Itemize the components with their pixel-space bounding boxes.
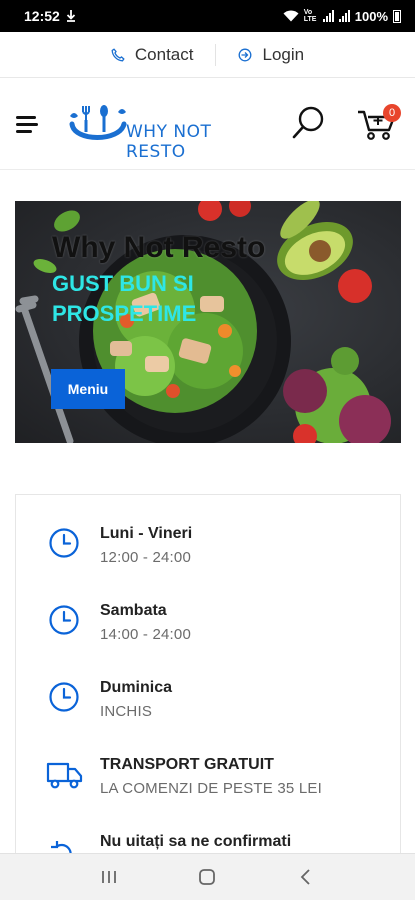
logo-utensils-icon [69,105,127,140]
opening-hours-card: Luni - Vineri 12:00 - 24:00 Sambata 14:0… [15,494,401,900]
cart-count-badge: 0 [383,104,401,122]
recent-apps-icon[interactable] [89,857,129,897]
hours-title: Duminica [100,679,173,696]
signal2-icon [338,10,350,22]
clock-icon [49,605,79,635]
hours-title: Luni - Vineri [100,525,193,542]
contact-link[interactable]: Contact [89,45,216,65]
truck-icon [46,762,83,789]
battery-percent: 100% [354,8,388,24]
site-logo[interactable]: WHY NOT RESTO [66,102,241,162]
hero-subtitle: GUST BUN SI PROSPETIME [52,269,272,329]
hours-detail: 14:00 - 24:00 [100,626,192,643]
wifi-icon [283,10,299,22]
logo-text: WHY NOT RESTO [126,122,212,162]
hours-detail: INCHIS [100,703,153,720]
contact-label: Contact [134,44,194,64]
status-time: 12:52 [24,8,60,24]
hours-item-saturday: Sambata 14:00 - 24:00 [48,602,388,658]
android-nav-bar [0,853,415,900]
site-header: WHY NOT RESTO [0,78,415,170]
top-links-bar: Contact Login [0,32,415,78]
free-delivery-item: TRANSPORT GRATUIT LA COMENZI DE PESTE 35… [46,756,388,812]
login-label: Login [262,44,305,64]
status-bar: 12:52 Vo LTE 100% [0,0,415,32]
hours-title: Sambata [100,602,167,619]
login-icon [239,48,252,61]
phone-icon [111,47,125,61]
signal-icon [322,10,334,22]
hours-item-weekdays: Luni - Vineri 12:00 - 24:00 [48,525,388,581]
menu-icon[interactable] [16,116,38,133]
hours-title: Nu uitați sa ne confirmati [100,833,292,850]
download-icon [66,10,75,22]
hero-subtitle-line1: GUST BUN SI [52,271,194,296]
back-icon[interactable] [286,857,326,897]
hours-title: TRANSPORT GRATUIT [100,756,274,773]
clock-icon [49,528,79,558]
hero-subtitle-line2: PROSPETIME [52,301,197,326]
hours-detail: LA COMENZI DE PESTE 35 LEI [100,780,322,797]
menu-button[interactable]: Meniu [51,369,125,409]
battery-icon [393,9,401,23]
hours-item-sunday: Duminica INCHIS [48,679,388,735]
network-label: Vo LTE [303,9,317,23]
hours-detail: 12:00 - 24:00 [100,549,192,566]
search-icon[interactable] [290,104,328,142]
clock-icon [49,682,79,712]
hero-title: Why Not Resto [52,231,266,264]
home-icon[interactable] [187,857,227,897]
hero-banner: Why Not Resto GUST BUN SI PROSPETIME Men… [15,201,401,443]
login-link[interactable]: Login [216,45,326,65]
